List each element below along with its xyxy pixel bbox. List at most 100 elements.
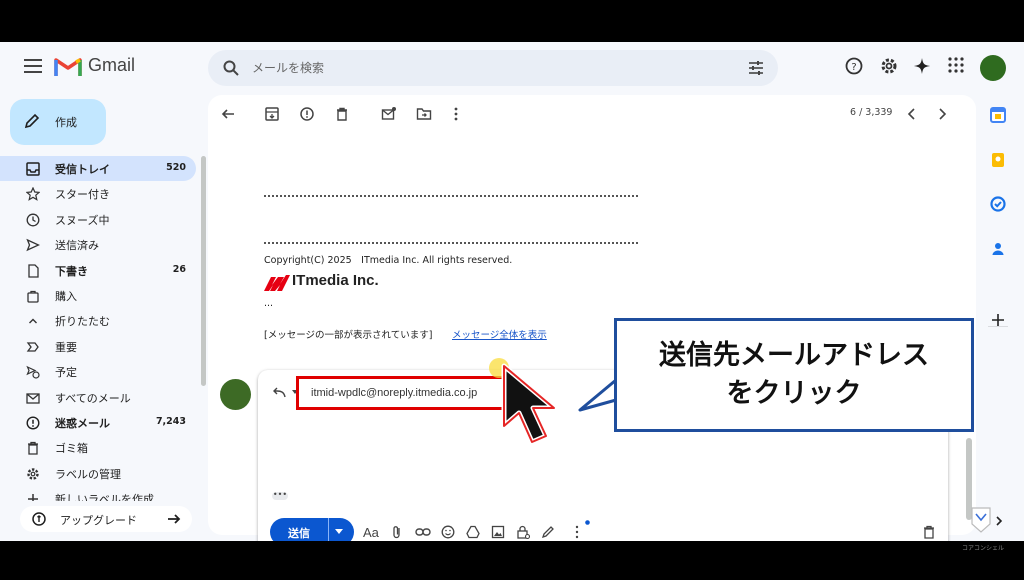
spam-icon <box>26 416 40 430</box>
sidebar-item-label: ゴミ箱 <box>55 442 88 456</box>
mouse-pointer-icon <box>501 363 557 445</box>
help-icon[interactable]: ? <box>845 57 863 75</box>
sidebar-item-label: 購入 <box>55 289 77 303</box>
view-entire-message-link[interactable]: メッセージ全体を表示 <box>452 327 547 341</box>
all-mail-icon <box>26 392 40 404</box>
get-addons-plus-icon[interactable] <box>990 312 1006 328</box>
formatting-options-button[interactable]: Aa <box>363 525 379 540</box>
emoji-icon[interactable] <box>441 525 455 539</box>
upgrade-label: アップグレード <box>60 514 137 527</box>
sidebar-item-inbox[interactable]: 受信トレイ 520 <box>0 156 196 182</box>
search-icon[interactable] <box>222 59 240 77</box>
more-options-icon[interactable] <box>574 525 580 539</box>
compose-button[interactable]: 作成 <box>10 99 106 145</box>
calendar-icon[interactable] <box>990 107 1006 123</box>
more-vert-icon[interactable] <box>451 106 461 122</box>
sidebar-item-important[interactable]: 重要 <box>0 334 196 359</box>
send-label: 送信 <box>288 527 310 540</box>
recipient-highlight: itmid-wpdlc@noreply.itmedia.co.jp <box>296 376 506 410</box>
compose-label: 作成 <box>55 116 77 129</box>
search-input[interactable] <box>252 58 722 78</box>
sidebar-item-label: 新しいラベルを作成 <box>55 493 154 501</box>
gear-icon <box>27 467 39 480</box>
attach-file-icon[interactable] <box>390 525 404 539</box>
archive-icon[interactable] <box>264 106 280 122</box>
chevron-left-icon[interactable] <box>905 106 919 122</box>
drafts-count: 26 <box>172 263 186 275</box>
upgrade-button[interactable]: アップグレード <box>20 506 192 532</box>
report-spam-icon[interactable] <box>299 106 315 122</box>
apps-grid-icon[interactable] <box>948 57 964 73</box>
star-icon <box>26 187 40 202</box>
sidebar-item-scheduled[interactable]: 予定 <box>0 359 196 384</box>
sidebar-item-label: 受信トレイ <box>55 163 110 176</box>
signature-pen-icon[interactable] <box>541 525 555 539</box>
main-menu-icon[interactable] <box>24 59 42 73</box>
search-bar[interactable] <box>208 50 778 86</box>
sidebar-item-snoozed[interactable]: スヌーズ中 <box>0 207 196 232</box>
gmail-app: Gmail ? 作成 受信トレイ 520 スター付き スヌーズ中 送信済み <box>0 42 1024 541</box>
video-letterbox-top <box>0 0 1024 42</box>
discard-draft-icon[interactable] <box>922 525 936 539</box>
sidebar-item-drafts[interactable]: 下書き 26 <box>0 258 196 283</box>
sidebar-nav: 受信トレイ 520 スター付き スヌーズ中 送信済み 下書き 26 購入 折りた… <box>0 156 200 501</box>
contacts-icon[interactable] <box>990 241 1006 257</box>
pencil-icon <box>24 113 40 129</box>
sidebar-item-trash[interactable]: ゴミ箱 <box>0 435 196 460</box>
callout-tail <box>578 378 617 412</box>
sidebar-item-spam[interactable]: 迷惑メール 7,243 <box>0 410 196 435</box>
sidebar-item-sent[interactable]: 送信済み <box>0 232 196 257</box>
upgrade-icon <box>32 512 46 526</box>
sidebar-item-label: ラベルの管理 <box>55 467 121 481</box>
sidebar-item-label: スヌーズ中 <box>55 213 110 227</box>
search-options-icon[interactable] <box>748 60 764 76</box>
sidebar-item-label: 重要 <box>55 340 77 354</box>
sidebar-item-purchases[interactable]: 購入 <box>0 283 196 308</box>
insert-link-icon[interactable] <box>415 525 431 539</box>
unread-count: 520 <box>166 162 186 173</box>
settings-gear-icon[interactable] <box>880 57 898 75</box>
sidebar-item-starred[interactable]: スター付き <box>0 181 196 206</box>
insert-photo-icon[interactable] <box>491 525 505 539</box>
send-button[interactable]: 送信 <box>270 518 354 541</box>
sidebar-scrollbar[interactable] <box>201 156 206 386</box>
chevron-right-small-icon[interactable] <box>994 515 1004 527</box>
confidential-mode-icon[interactable] <box>516 525 530 539</box>
sidebar-item-create-label[interactable]: 新しいラベルを作成 <box>0 486 196 501</box>
clock-icon <box>26 213 40 227</box>
drive-icon[interactable] <box>466 525 480 539</box>
send-options-icon[interactable] <box>335 529 343 534</box>
move-to-icon[interactable] <box>416 106 432 122</box>
callout-line-1: 送信先メールアドレス <box>659 340 929 371</box>
divider-rule <box>264 242 638 244</box>
tasks-icon[interactable] <box>990 196 1006 212</box>
channel-watermark-icon <box>971 507 991 533</box>
back-arrow-icon[interactable] <box>220 106 236 122</box>
divider-rule <box>264 195 638 197</box>
sidebar-item-label: 折りたたむ <box>55 315 110 329</box>
gemini-sparkle-icon[interactable] <box>913 57 931 75</box>
gmail-logo-icon <box>54 58 82 76</box>
keep-icon[interactable] <box>990 152 1006 168</box>
notification-dot-icon <box>585 520 590 525</box>
recipient-address[interactable]: itmid-wpdlc@noreply.itmedia.co.jp <box>311 387 477 399</box>
sidebar-item-label: 下書き <box>55 264 88 278</box>
itmedia-logo-text: ITmedia Inc. <box>292 272 379 289</box>
sidebar-item-collapse[interactable]: 折りたたむ <box>0 308 196 333</box>
ellipsis-text: ... <box>264 298 274 309</box>
mark-unread-icon[interactable] <box>381 106 397 122</box>
reply-arrow-icon[interactable] <box>272 386 286 398</box>
watermark-text: コアコンシェル <box>962 545 1005 552</box>
sidebar-item-all-mail[interactable]: すべてのメール <box>0 385 196 410</box>
account-avatar[interactable] <box>980 55 1006 81</box>
delete-icon[interactable] <box>334 106 350 122</box>
chevron-right-icon[interactable] <box>935 106 949 122</box>
show-trimmed-content[interactable]: ••• <box>272 491 288 500</box>
important-icon <box>26 342 39 352</box>
plus-icon <box>28 494 38 501</box>
scheduled-icon <box>26 365 40 379</box>
clipped-message-note: [メッセージの一部が表示されています] <box>264 330 433 341</box>
sidebar-item-manage-labels[interactable]: ラベルの管理 <box>0 461 196 486</box>
send-divider <box>328 518 329 541</box>
itmedia-logo-icon <box>264 275 290 291</box>
